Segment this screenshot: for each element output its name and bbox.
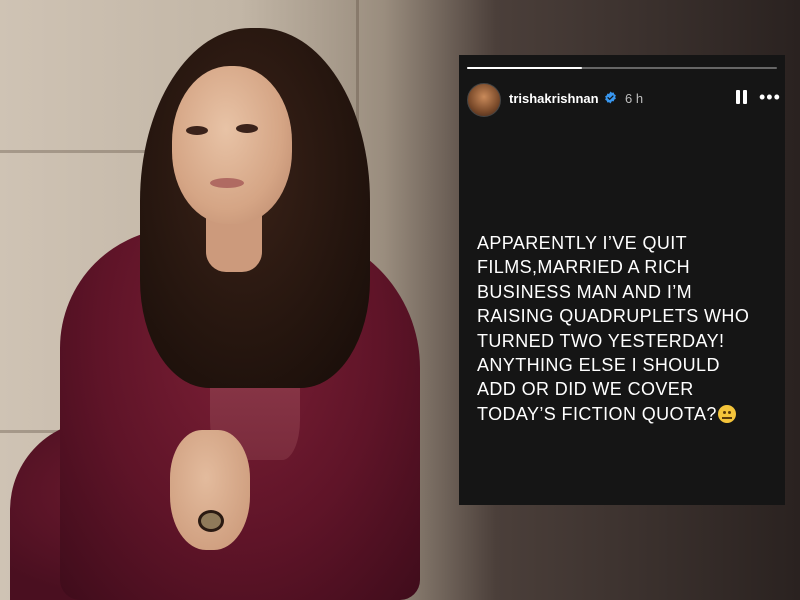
story-text-line: ADD OR DID WE COVER: [477, 379, 694, 400]
more-options-icon[interactable]: •••: [759, 88, 781, 106]
person-hand: [170, 430, 250, 550]
story-text-line: APPARENTLY I’VE QUIT: [477, 233, 688, 253]
story-username[interactable]: trishakrishnan: [509, 91, 599, 106]
story-text-line: FILMS,MARRIED A RICH: [477, 257, 691, 278]
profile-avatar[interactable]: [467, 83, 501, 117]
story-timestamp: 6 h: [625, 91, 644, 106]
story-text-line: RAISING QUADRUPLETS WHO: [477, 306, 750, 327]
face-with-raised-eyebrow-emoji: [717, 404, 736, 423]
story-text-line: BUSINESS MAN AND I’M: [477, 281, 693, 302]
story-progress-bar: [467, 67, 777, 69]
verified-badge-icon: [605, 91, 616, 104]
person-face: [172, 66, 292, 224]
story-text: APPARENTLY I’VE QUIT FILMS,MARRIED A RIC…: [477, 231, 777, 426]
story-text-line: TURNED TWO YESTERDAY!: [477, 330, 725, 351]
story-progress-fill: [467, 67, 582, 69]
ring: [198, 510, 224, 532]
story-text-line: TODAY’S FICTION QUOTA?: [477, 403, 717, 424]
story-header: trishakrishnan 6 h •••: [467, 81, 780, 117]
story-text-line-last: TODAY’S FICTION QUOTA?: [477, 402, 777, 426]
story-text-line: ANYTHING ELSE I SHOULD: [477, 355, 720, 376]
person-lips: [210, 178, 244, 188]
person-eye: [186, 126, 208, 135]
person-eye: [236, 124, 258, 133]
instagram-story-card[interactable]: trishakrishnan 6 h ••• APPARENTLY I’VE Q…: [459, 55, 785, 505]
pause-icon[interactable]: [735, 90, 749, 106]
